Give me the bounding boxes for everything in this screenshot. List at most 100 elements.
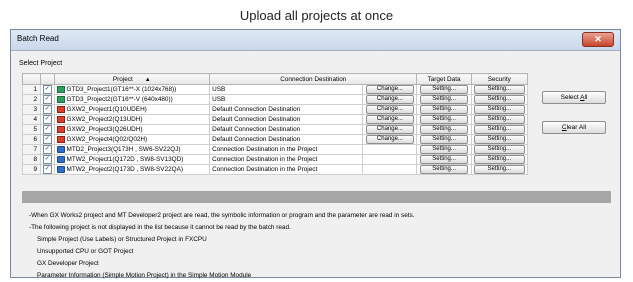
security-cell: Setting... <box>470 114 529 125</box>
row-checkbox[interactable]: ✓ <box>42 155 52 164</box>
row-checkbox-cell[interactable]: ✓ <box>40 104 55 115</box>
change-button[interactable]: Change... <box>365 105 415 114</box>
security-setting-button[interactable]: Setting... <box>473 125 525 134</box>
table-row[interactable]: 7 ✓ MTD2_Project3(Q173H , SW6-SV22QJ) Conne… <box>21 144 529 155</box>
change-cell: Change... <box>362 94 418 105</box>
security-setting-button[interactable]: Setting... <box>473 145 525 154</box>
mt-developer2-icon <box>56 155 65 163</box>
destination-cell: USB <box>209 84 364 95</box>
row-checkbox[interactable]: ✓ <box>42 115 52 124</box>
select-all-button[interactable]: Select All <box>542 91 606 104</box>
project-name: MTW2_Project2(Q173D , SW8-SV22QA) <box>66 166 184 174</box>
select-project-label: Select Project <box>19 60 63 67</box>
target-data-cell: Setting... <box>416 144 472 155</box>
target-data-cell: Setting... <box>416 164 472 175</box>
row-checkbox[interactable]: ✓ <box>42 125 52 134</box>
target-data-setting-button[interactable]: Setting... <box>419 95 469 104</box>
destination-cell: Default Connection Destination <box>209 114 364 125</box>
row-number: 2 <box>21 94 42 105</box>
project-cell[interactable]: GTD3_Project1(GT16**-X (1024x768)) <box>53 84 211 95</box>
security-setting-button[interactable]: Setting... <box>473 155 525 164</box>
project-cell[interactable]: GTD3_Project2(GT16**-V (640x480)) <box>53 94 211 105</box>
change-button[interactable]: Change... <box>365 115 415 124</box>
table-row[interactable]: 3 ✓ GXW2_Project1(Q10UDEH) Default Connecti… <box>21 104 529 115</box>
row-checkbox-cell[interactable]: ✓ <box>40 154 55 165</box>
destination-cell: Default Connection Destination <box>209 104 364 115</box>
row-checkbox[interactable]: ✓ <box>42 85 52 94</box>
security-setting-button[interactable]: Setting... <box>473 165 525 174</box>
header-project[interactable]: Project ▲ <box>53 73 211 85</box>
project-name: MTD2_Project3(Q173H , SW6-SV22QJ) <box>66 146 181 154</box>
row-checkbox[interactable]: ✓ <box>42 105 52 114</box>
row-number: 1 <box>21 84 42 95</box>
security-setting-button[interactable]: Setting... <box>473 85 525 94</box>
change-cell: Change... <box>362 104 418 115</box>
target-data-setting-button[interactable]: Setting... <box>419 115 469 124</box>
table-row[interactable]: 1 ✓ GTD3_Project1(GT16**-X (1024x768)) USB C… <box>21 84 529 95</box>
project-cell[interactable]: GXW2_Project1(Q10UDEH) <box>53 104 211 115</box>
project-cell[interactable]: MTW2_Project1(Q172D , SW8-SV13QD) <box>53 154 211 165</box>
security-setting-button[interactable]: Setting... <box>473 135 525 144</box>
target-data-setting-button[interactable]: Setting... <box>419 145 469 154</box>
security-cell: Setting... <box>470 164 529 175</box>
table-row[interactable]: 8 ✓ MTW2_Project1(Q172D , SW8-SV13QD) Conne… <box>21 154 529 165</box>
header-security[interactable]: Security <box>470 73 529 85</box>
change-button[interactable]: Change... <box>365 125 415 134</box>
target-data-cell: Setting... <box>416 124 472 135</box>
project-cell[interactable]: GXW2_Project2(Q13UDH) <box>53 114 211 125</box>
security-cell: Setting... <box>470 104 529 115</box>
table-row[interactable]: 9 ✓ MTW2_Project2(Q173D , SW8-SV22QA) Conne… <box>21 164 529 175</box>
project-cell[interactable]: GXW2_Project4(Q02/Q02H) <box>53 134 211 145</box>
security-cell: Setting... <box>470 144 529 155</box>
target-data-setting-button[interactable]: Setting... <box>419 125 469 134</box>
change-cell: Change... <box>362 84 418 95</box>
security-setting-button[interactable]: Setting... <box>473 115 525 124</box>
note-line-1: -When GX Works2 project and MT Developer… <box>29 212 415 219</box>
close-button[interactable]: ✕ <box>582 32 614 47</box>
row-checkbox-cell[interactable]: ✓ <box>40 114 55 125</box>
header-project-label: Project <box>112 75 133 83</box>
target-data-setting-button[interactable]: Setting... <box>419 105 469 114</box>
target-data-setting-button[interactable]: Setting... <box>419 85 469 94</box>
row-checkbox-cell[interactable]: ✓ <box>40 164 55 175</box>
table-row[interactable]: 6 ✓ GXW2_Project4(Q02/Q02H) Default Connect… <box>21 134 529 145</box>
row-number: 6 <box>21 134 42 145</box>
row-checkbox-cell[interactable]: ✓ <box>40 84 55 95</box>
header-target-data[interactable]: Target Data <box>416 73 472 85</box>
batch-read-dialog: Batch Read ✕ Select Project Project ▲ Con… <box>10 29 621 279</box>
gx-works2-icon <box>56 105 65 113</box>
row-checkbox[interactable]: ✓ <box>42 135 52 144</box>
table-row[interactable]: 4 ✓ GXW2_Project2(Q13UDH) Default Connectio… <box>21 114 529 125</box>
note-item-1: Simple Project (Use Labels) or Structure… <box>37 236 207 243</box>
clear-all-button[interactable]: Clear All <box>542 121 606 134</box>
target-data-setting-button[interactable]: Setting... <box>419 165 469 174</box>
project-cell[interactable]: MTD2_Project3(Q173H , SW6-SV22QJ) <box>53 144 211 155</box>
header-destination[interactable]: Connection Destination <box>209 73 418 85</box>
security-cell: Setting... <box>470 134 529 145</box>
row-checkbox-cell[interactable]: ✓ <box>40 144 55 155</box>
change-cell: Change... <box>362 134 418 145</box>
security-setting-button[interactable]: Setting... <box>473 105 525 114</box>
row-checkbox[interactable]: ✓ <box>42 95 52 104</box>
notes-section: -When GX Works2 project and MT Developer… <box>29 210 415 282</box>
target-data-setting-button[interactable]: Setting... <box>419 155 469 164</box>
target-data-setting-button[interactable]: Setting... <box>419 135 469 144</box>
project-cell[interactable]: GXW2_Project3(Q26UDH) <box>53 124 211 135</box>
row-checkbox[interactable]: ✓ <box>42 165 52 174</box>
destination-cell: Connection Destination in the Project <box>209 154 364 165</box>
dialog-titlebar: Batch Read ✕ <box>11 30 620 51</box>
change-button[interactable]: Change... <box>365 85 415 94</box>
change-button[interactable]: Change... <box>365 95 415 104</box>
table-row[interactable]: 5 ✓ GXW2_Project3(Q26UDH) Default Connectio… <box>21 124 529 135</box>
row-checkbox[interactable]: ✓ <box>42 145 52 154</box>
project-cell[interactable]: MTW2_Project2(Q173D , SW8-SV22QA) <box>53 164 211 175</box>
change-button[interactable]: Change... <box>365 135 415 144</box>
security-cell: Setting... <box>470 154 529 165</box>
project-name: GXW2_Project4(Q02/Q02H) <box>66 136 148 144</box>
security-setting-button[interactable]: Setting... <box>473 95 525 104</box>
table-row[interactable]: 2 ✓ GTD3_Project2(GT16**-V (640x480)) USB Ch… <box>21 94 529 105</box>
project-name: GTD3_Project1(GT16**-X (1024x768)) <box>66 86 177 94</box>
row-checkbox-cell[interactable]: ✓ <box>40 94 55 105</box>
row-checkbox-cell[interactable]: ✓ <box>40 124 55 135</box>
row-checkbox-cell[interactable]: ✓ <box>40 134 55 145</box>
